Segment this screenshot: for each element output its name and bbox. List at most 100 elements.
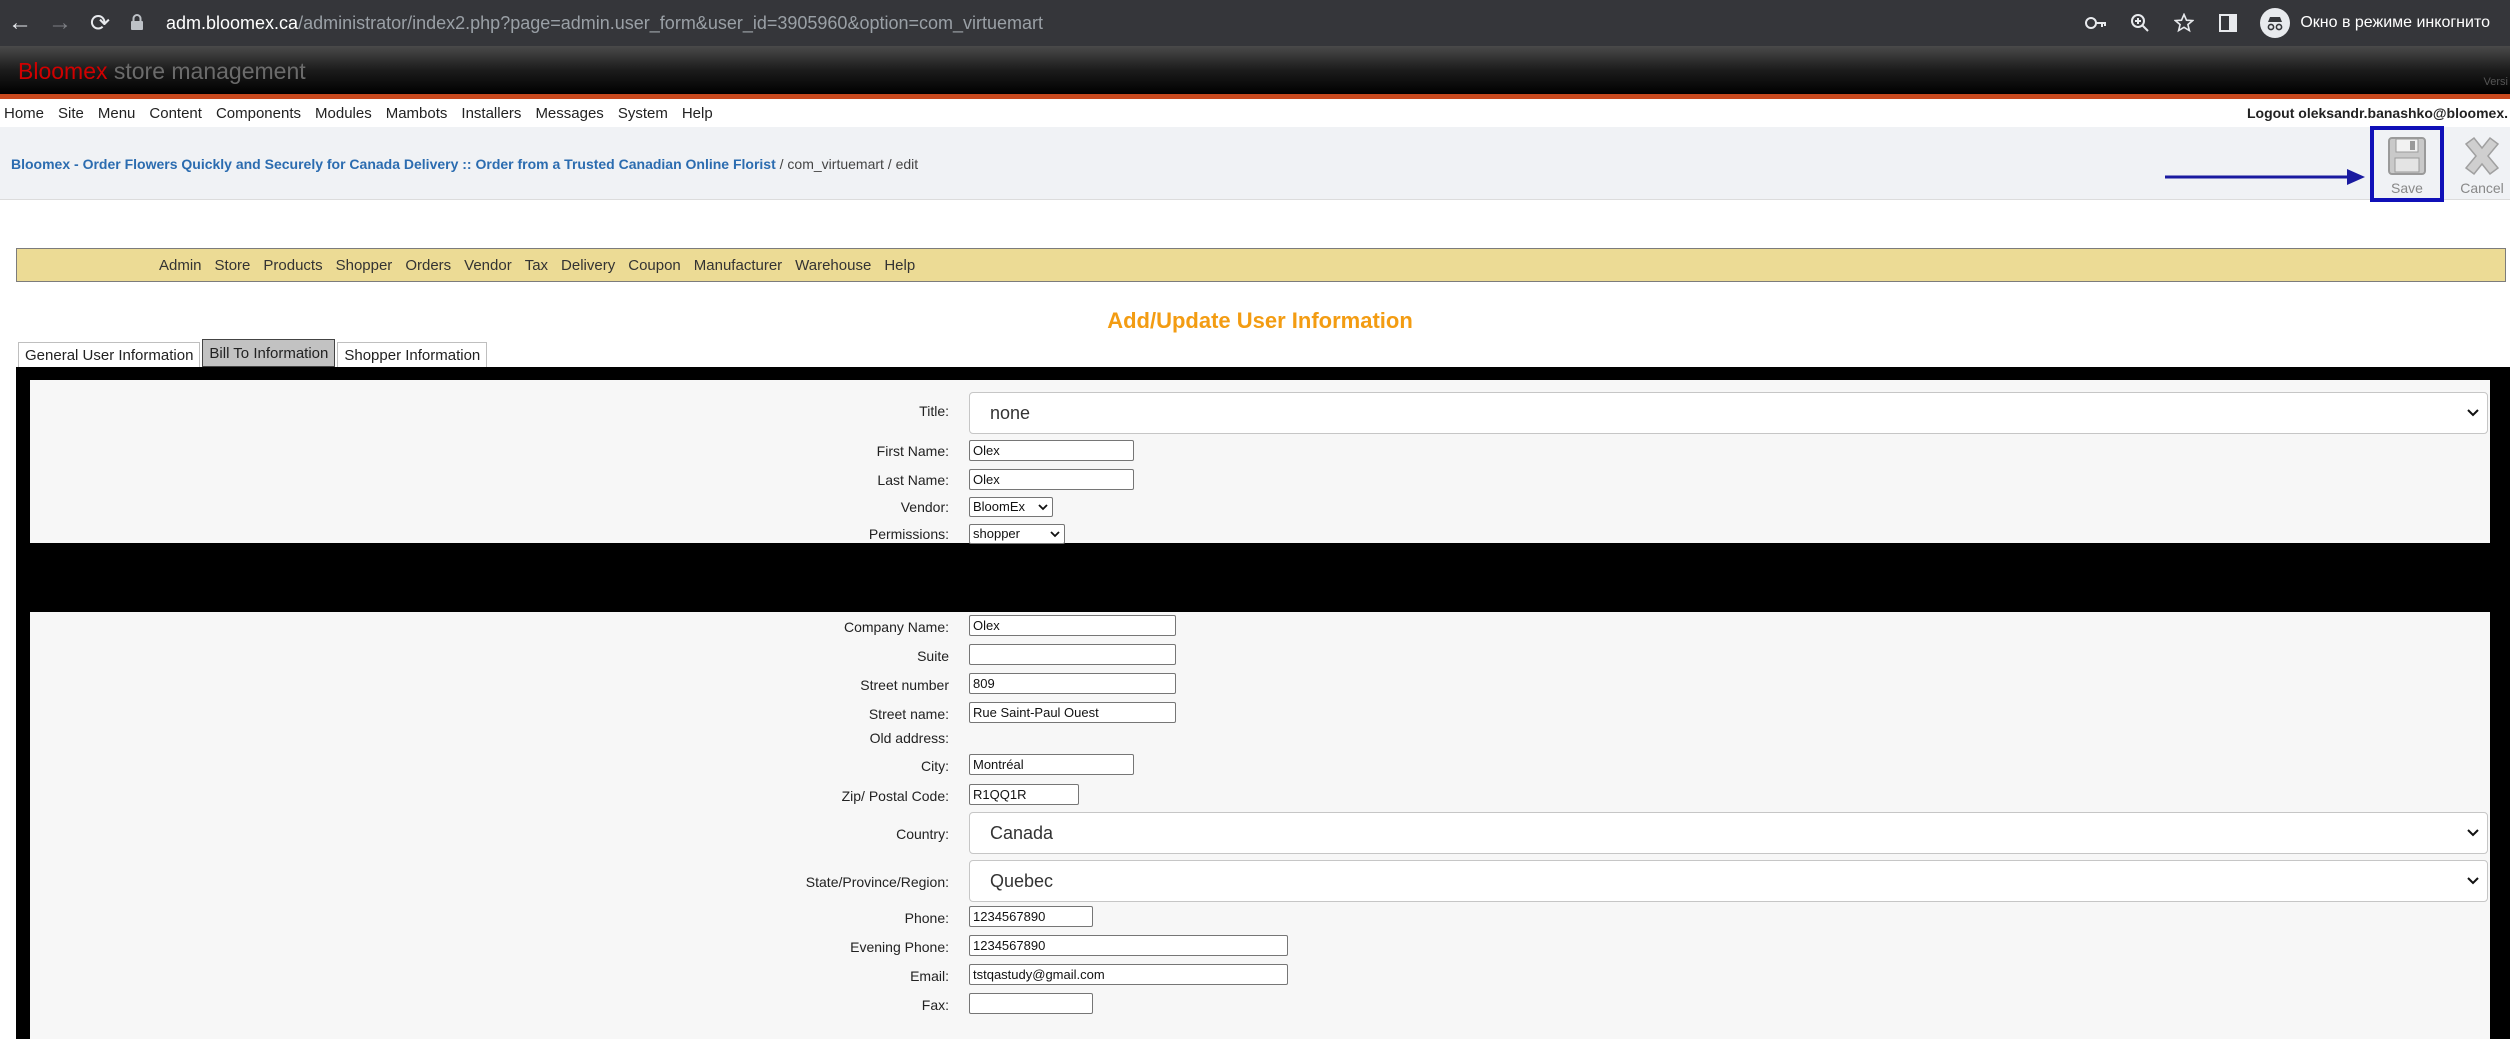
email-label: Email: <box>910 968 949 984</box>
menu-menu[interactable]: Menu <box>98 105 136 122</box>
incognito-label: Окно в режиме инкогнито <box>2300 14 2490 31</box>
incognito-indicator[interactable]: Окно в режиме инкогнито <box>2260 8 2490 38</box>
street-name-field[interactable]: Rue Saint-Paul Ouest <box>969 702 1176 723</box>
logout-link[interactable]: Logout oleksandr.banashko@bloomex. <box>2247 105 2508 121</box>
browser-toolbar: ← → ⟳ adm.bloomex.ca/administrator/index… <box>0 0 2510 46</box>
state-select[interactable]: Quebec <box>969 860 2488 902</box>
suite-label: Suite <box>917 648 949 664</box>
title-select-value: none <box>990 403 1031 423</box>
reload-icon[interactable]: ⟳ <box>80 0 120 46</box>
browser-actions: Окно в режиме инкогнито <box>2074 0 2510 46</box>
back-icon[interactable]: ← <box>0 0 40 46</box>
tab-bill-to-info[interactable]: Bill To Information <box>202 339 336 367</box>
vm-menu-orders[interactable]: Orders <box>405 257 451 274</box>
brand-logo: Bloomex store management <box>18 58 306 84</box>
title-row: Title: none <box>30 392 2490 436</box>
vm-menu-shopper[interactable]: Shopper <box>336 257 393 274</box>
menu-messages[interactable]: Messages <box>535 105 603 122</box>
vm-menu-admin[interactable]: Admin <box>159 257 202 274</box>
bookmark-star-icon[interactable] <box>2162 0 2206 46</box>
suite-field[interactable] <box>969 644 1176 665</box>
first-name-label: First Name: <box>876 443 949 459</box>
zip-field[interactable]: R1QQ1R <box>969 784 1079 805</box>
evening-phone-label: Evening Phone: <box>850 939 949 955</box>
vm-menu-vendor[interactable]: Vendor <box>464 257 512 274</box>
street-number-field[interactable]: 809 <box>969 673 1176 694</box>
street-name-label: Street name: <box>868 706 949 722</box>
page-title: Add/Update User Information <box>1107 308 1413 333</box>
menu-content[interactable]: Content <box>149 105 202 122</box>
vm-menu-coupon[interactable]: Coupon <box>628 257 681 274</box>
first-name-row: First Name: Olex <box>30 440 2490 464</box>
menu-home[interactable]: Home <box>4 105 44 122</box>
country-select[interactable]: Canada <box>969 812 2488 854</box>
lock-icon <box>130 14 148 32</box>
side-panel-icon[interactable] <box>2206 0 2250 46</box>
menu-installers[interactable]: Installers <box>461 105 521 122</box>
key-icon[interactable] <box>2074 0 2118 46</box>
vm-menu-warehouse[interactable]: Warehouse <box>795 257 871 274</box>
forward-icon[interactable]: → <box>40 0 80 46</box>
street-number-label: Street number <box>860 677 949 693</box>
last-name-label: Last Name: <box>877 472 949 488</box>
breadcrumb-rest: / com_virtuemart / edit <box>775 156 919 172</box>
phone-field[interactable]: 1234567890 <box>969 906 1093 927</box>
bill-to-panel: Company Name: Olex Suite Street number 8… <box>30 612 2490 1039</box>
menu-system[interactable]: System <box>618 105 668 122</box>
fax-field[interactable] <box>969 993 1093 1014</box>
vm-menu-tax[interactable]: Tax <box>525 257 548 274</box>
city-field[interactable]: Montréal <box>969 754 1134 775</box>
menu-mambots[interactable]: Mambots <box>386 105 448 122</box>
permissions-select[interactable]: shopper <box>969 524 1065 544</box>
vendor-select-value: BloomEx <box>973 499 1026 514</box>
general-info-panel: Title: none First Name: Olex Last Name: … <box>30 380 2490 544</box>
url-path: /administrator/index2.php?page=admin.use… <box>298 12 1044 33</box>
tab-general-user-info[interactable]: General User Information <box>18 342 201 367</box>
url-host: adm.bloomex.ca <box>166 12 299 33</box>
menu-modules[interactable]: Modules <box>315 105 372 122</box>
save-button[interactable]: Save <box>2370 126 2444 202</box>
last-name-field[interactable]: Olex <box>969 469 1134 490</box>
top-menu: Home Site Menu Content Components Module… <box>0 99 2510 127</box>
breadcrumb: Bloomex - Order Flowers Quickly and Secu… <box>11 156 918 172</box>
old-address-label: Old address: <box>869 730 949 746</box>
vm-menu-products[interactable]: Products <box>263 257 322 274</box>
chevron-down-icon <box>1050 526 1060 548</box>
company-name-label: Company Name: <box>843 619 949 635</box>
chevron-down-icon <box>1038 499 1048 521</box>
title-select[interactable]: none <box>969 392 2488 434</box>
cancel-button[interactable]: Cancel <box>2445 130 2510 202</box>
form-container: Title: none First Name: Olex Last Name: … <box>16 367 2510 1039</box>
virtuemart-menu: Admin Store Products Shopper Orders Vend… <box>16 248 2506 282</box>
vendor-row: Vendor: BloomEx <box>30 497 2490 519</box>
title-label: Title: <box>919 403 949 419</box>
tab-shopper-info[interactable]: Shopper Information <box>337 342 488 367</box>
breadcrumb-site-link[interactable]: Bloomex - Order Flowers Quickly and Secu… <box>11 156 776 172</box>
city-label: City: <box>921 758 949 774</box>
evening-phone-field[interactable]: 1234567890 <box>969 935 1288 956</box>
save-label: Save <box>2391 180 2423 196</box>
vm-menu-delivery[interactable]: Delivery <box>561 257 615 274</box>
floppy-disk-icon <box>2388 137 2426 175</box>
zoom-icon[interactable] <box>2118 0 2162 46</box>
vendor-label: Vendor: <box>900 499 949 515</box>
menu-site[interactable]: Site <box>58 105 84 122</box>
arrow-annotation-icon <box>2165 169 2365 185</box>
cancel-x-icon <box>2464 136 2500 176</box>
version-label: Versi <box>2483 76 2508 88</box>
menu-help[interactable]: Help <box>682 105 713 122</box>
menu-components[interactable]: Components <box>216 105 301 122</box>
form-tabs: General User Information Bill To Informa… <box>18 339 489 367</box>
address-bar[interactable]: adm.bloomex.ca/administrator/index2.php?… <box>130 8 2030 38</box>
pathway-bar: Bloomex - Order Flowers Quickly and Secu… <box>0 127 2510 200</box>
permissions-select-value: shopper <box>973 526 1020 541</box>
vm-menu-help[interactable]: Help <box>884 257 915 274</box>
company-name-field[interactable]: Olex <box>969 615 1176 636</box>
vendor-select[interactable]: BloomEx <box>969 497 1053 517</box>
fax-label: Fax: <box>921 997 949 1013</box>
admin-header: Bloomex store management Versi <box>0 46 2510 94</box>
vm-menu-store[interactable]: Store <box>215 257 251 274</box>
vm-menu-manufacturer[interactable]: Manufacturer <box>694 257 782 274</box>
email-field[interactable]: tstqastudy@gmail.com <box>969 964 1288 985</box>
first-name-field[interactable]: Olex <box>969 440 1134 461</box>
